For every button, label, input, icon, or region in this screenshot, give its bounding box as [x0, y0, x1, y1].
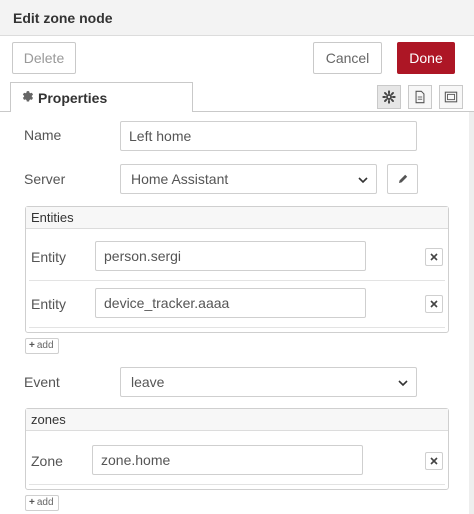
tab-properties[interactable]: Properties — [10, 82, 193, 112]
row-divider — [29, 484, 445, 485]
row-divider — [29, 280, 445, 281]
add-zone-label: add — [36, 497, 54, 508]
description-icon — [415, 90, 425, 104]
server-select-value: Home Assistant — [131, 171, 229, 187]
tab-description[interactable] — [408, 85, 432, 109]
entity-label: Entity — [31, 296, 67, 312]
appearance-icon — [444, 91, 458, 103]
row-divider — [29, 327, 445, 328]
add-zone-button[interactable]: + add — [25, 495, 59, 511]
remove-entity-button[interactable] — [425, 248, 443, 266]
zone-label: Zone — [31, 453, 63, 469]
plus-icon: + — [29, 340, 35, 351]
name-input[interactable]: Left home — [120, 121, 417, 151]
add-entity-button[interactable]: + add — [25, 338, 59, 354]
cancel-button[interactable]: Cancel — [313, 42, 382, 74]
event-label: Event — [24, 374, 60, 390]
close-icon — [430, 457, 438, 465]
entities-header: Entities — [26, 207, 448, 229]
remove-entity-button[interactable] — [425, 295, 443, 313]
event-select-value: leave — [131, 374, 165, 390]
server-select[interactable]: Home Assistant — [120, 164, 377, 194]
scrollbar[interactable] — [469, 112, 474, 514]
zones-header: zones — [26, 409, 448, 431]
chevron-down-icon — [358, 177, 368, 184]
remove-zone-button[interactable] — [425, 452, 443, 470]
plus-icon: + — [29, 497, 35, 508]
gear-icon — [382, 90, 396, 104]
event-select[interactable]: leave — [120, 367, 417, 397]
server-label: Server — [24, 171, 66, 187]
add-entity-label: add — [36, 340, 54, 351]
gear-icon — [21, 90, 35, 104]
tab-appearance[interactable] — [439, 85, 463, 109]
close-icon — [430, 300, 438, 308]
delete-button[interactable]: Delete — [12, 42, 76, 74]
dialog-titlebar: Edit zone node — [0, 0, 474, 36]
tab-properties-label: Properties — [38, 90, 108, 106]
tab-strip: Properties — [0, 82, 474, 112]
edit-server-button[interactable] — [387, 164, 418, 194]
chevron-down-icon — [398, 380, 408, 387]
zone-input[interactable]: zone.home — [92, 445, 363, 475]
entity-label: Entity — [31, 249, 67, 265]
pencil-icon — [399, 174, 408, 183]
tab-divider — [193, 111, 474, 112]
done-button[interactable]: Done — [397, 42, 455, 74]
dialog-title: Edit zone node — [13, 10, 113, 26]
tab-divider — [0, 111, 10, 112]
close-icon — [430, 253, 438, 261]
entity-input[interactable]: person.sergi — [95, 241, 366, 271]
tab-settings[interactable] — [377, 85, 401, 109]
name-label: Name — [24, 127, 62, 143]
entity-input[interactable]: device_tracker.aaaa — [95, 288, 366, 318]
